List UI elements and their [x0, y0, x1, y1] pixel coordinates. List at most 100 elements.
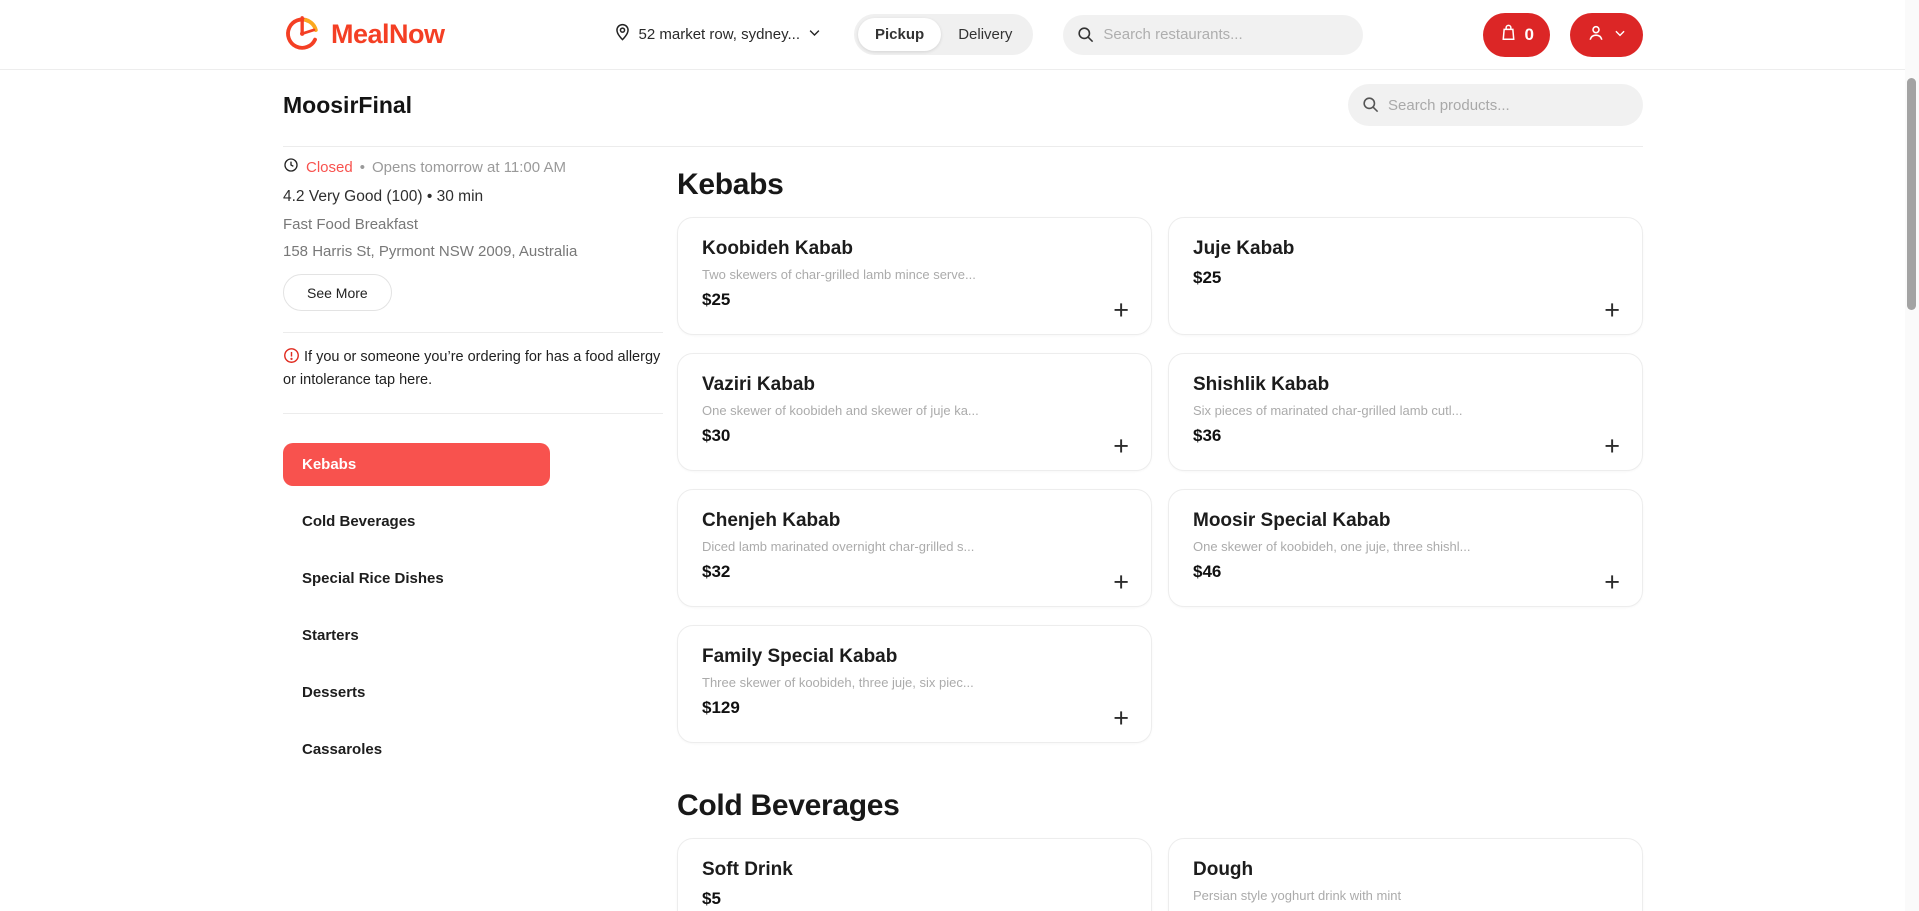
sidebar-item-starters[interactable]: Starters [283, 614, 550, 657]
menu-item-description: Three skewer of koobideh, three juje, si… [702, 675, 1127, 690]
order-mode-toggle: Pickup Delivery [854, 14, 1033, 55]
menu-item-name: Chenjeh Kabab [702, 510, 1127, 532]
separator-dot: • [360, 159, 365, 176]
add-item-button[interactable]: + [1113, 297, 1129, 324]
menu-item-price: $36 [1193, 426, 1618, 446]
allergy-notice-text: If you or someone you’re ordering for ha… [283, 349, 660, 388]
add-item-button[interactable]: + [1604, 297, 1620, 324]
delivery-address-label: 52 market row, sydney... [639, 26, 800, 43]
clock-icon [283, 157, 299, 177]
category-nav: Kebabs Cold Beverages Special Rice Dishe… [283, 443, 663, 785]
restaurant-address: 158 Harris St, Pyrmont NSW 2009, Austral… [283, 243, 663, 260]
plus-icon: + [1113, 295, 1129, 325]
plus-icon: + [1604, 295, 1620, 325]
sidebar-item-cold-beverages[interactable]: Cold Beverages [283, 500, 550, 543]
menu-item-description: Six pieces of marinated char-grilled lam… [1193, 403, 1618, 418]
brand-name: MealNow [331, 19, 445, 50]
menu-grid-kebabs: Koobideh Kabab Two skewers of char-grill… [677, 217, 1643, 743]
menu-item-card[interactable]: Juje Kabab $25 + [1168, 217, 1643, 335]
menu-item-name: Koobideh Kabab [702, 238, 1127, 260]
opens-info: Opens tomorrow at 11:00 AM [372, 159, 566, 176]
restaurant-name: MoosirFinal [283, 92, 412, 119]
location-pin-icon [613, 23, 632, 46]
menu-item-price: $25 [1193, 268, 1618, 288]
menu-area: Kebabs Koobideh Kabab Two skewers of cha… [677, 147, 1643, 911]
menu-item-description: Two skewers of char-grilled lamb mince s… [702, 267, 1127, 282]
restaurant-search-input[interactable] [1063, 15, 1363, 55]
delivery-tab[interactable]: Delivery [941, 18, 1029, 51]
section-title-kebabs: Kebabs [677, 168, 1643, 202]
cart-count: 0 [1525, 25, 1534, 45]
search-icon [1076, 25, 1095, 49]
plus-icon: + [1113, 703, 1129, 733]
product-search-input[interactable] [1348, 84, 1643, 126]
menu-item-price: $30 [702, 426, 1127, 446]
menu-item-price: $129 [702, 698, 1127, 718]
see-more-button[interactable]: See More [283, 274, 392, 311]
sidebar-item-cassaroles[interactable]: Cassaroles [283, 728, 550, 771]
chevron-down-icon [1613, 26, 1627, 43]
menu-item-card[interactable]: Moosir Special Kabab One skewer of koobi… [1168, 489, 1643, 607]
opening-status: Closed • Opens tomorrow at 11:00 AM [283, 157, 663, 177]
menu-item-name: Vaziri Kabab [702, 374, 1127, 396]
add-item-button[interactable]: + [1604, 433, 1620, 460]
product-search [1348, 84, 1643, 126]
chevron-down-icon [807, 25, 822, 44]
plus-icon: + [1604, 431, 1620, 461]
menu-item-price: $32 [702, 562, 1127, 582]
menu-item-price: $5 [702, 889, 1127, 909]
menu-item-description: One skewer of koobideh, one juje, three … [1193, 539, 1618, 554]
sidebar-item-kebabs[interactable]: Kebabs [283, 443, 550, 486]
menu-item-card[interactable]: Chenjeh Kabab Diced lamb marinated overn… [677, 489, 1152, 607]
page-scrollbar[interactable] [1905, 0, 1919, 911]
menu-item-card[interactable]: Soft Drink $5 + [677, 838, 1152, 911]
menu-item-name: Dough [1193, 859, 1618, 881]
sidebar-item-desserts[interactable]: Desserts [283, 671, 550, 714]
shopping-bag-icon [1499, 23, 1518, 47]
add-item-button[interactable]: + [1113, 433, 1129, 460]
closed-badge: Closed [306, 159, 353, 176]
menu-item-name: Moosir Special Kabab [1193, 510, 1618, 532]
menu-item-card[interactable]: Koobideh Kabab Two skewers of char-grill… [677, 217, 1152, 335]
restaurant-search [1063, 15, 1363, 55]
divider [283, 332, 663, 333]
menu-item-description: Diced lamb marinated overnight char-gril… [702, 539, 1127, 554]
rating-line: 4.2 Very Good (100) • 30 min [283, 188, 663, 206]
brand-logo[interactable]: MealNow [283, 12, 445, 57]
menu-item-name: Soft Drink [702, 859, 1127, 881]
add-item-button[interactable]: + [1113, 705, 1129, 732]
user-icon [1586, 23, 1606, 46]
scrollbar-thumb[interactable] [1907, 78, 1916, 310]
menu-item-price: $46 [1193, 562, 1618, 582]
add-item-button[interactable]: + [1604, 569, 1620, 596]
restaurant-header: MoosirFinal [283, 70, 1643, 147]
sidebar-item-special-rice-dishes[interactable]: Special Rice Dishes [283, 557, 550, 600]
clock-logo-icon [283, 12, 323, 57]
menu-item-name: Juje Kabab [1193, 238, 1618, 260]
menu-item-card[interactable]: Dough Persian style yoghurt drink with m… [1168, 838, 1643, 911]
search-icon [1361, 95, 1380, 119]
plus-icon: + [1113, 431, 1129, 461]
top-header: MealNow 52 market row, sydney... Pickup … [0, 0, 1919, 70]
delivery-address-selector[interactable]: 52 market row, sydney... [613, 23, 822, 46]
plus-icon: + [1604, 567, 1620, 597]
restaurant-info-sidebar: Closed • Opens tomorrow at 11:00 AM 4.2 … [283, 147, 663, 785]
account-button[interactable] [1570, 13, 1643, 57]
cuisine-tags: Fast Food Breakfast [283, 216, 663, 233]
cart-button[interactable]: 0 [1483, 13, 1550, 57]
add-item-button[interactable]: + [1113, 569, 1129, 596]
plus-icon: + [1113, 567, 1129, 597]
menu-item-description: One skewer of koobideh and skewer of juj… [702, 403, 1127, 418]
alert-icon [283, 349, 304, 365]
menu-item-name: Shishlik Kabab [1193, 374, 1618, 396]
menu-item-card[interactable]: Family Special Kabab Three skewer of koo… [677, 625, 1152, 743]
menu-item-card[interactable]: Vaziri Kabab One skewer of koobideh and … [677, 353, 1152, 471]
menu-item-description: Persian style yoghurt drink with mint [1193, 888, 1618, 903]
section-title-cold-beverages: Cold Beverages [677, 789, 1643, 823]
allergy-notice[interactable]: If you or someone you’re ordering for ha… [283, 346, 663, 392]
menu-item-card[interactable]: Shishlik Kabab Six pieces of marinated c… [1168, 353, 1643, 471]
divider [283, 413, 663, 414]
menu-grid-cold-beverages: Soft Drink $5 + Dough Persian style yogh… [677, 838, 1643, 911]
menu-item-price: $25 [702, 290, 1127, 310]
pickup-tab[interactable]: Pickup [858, 18, 941, 51]
